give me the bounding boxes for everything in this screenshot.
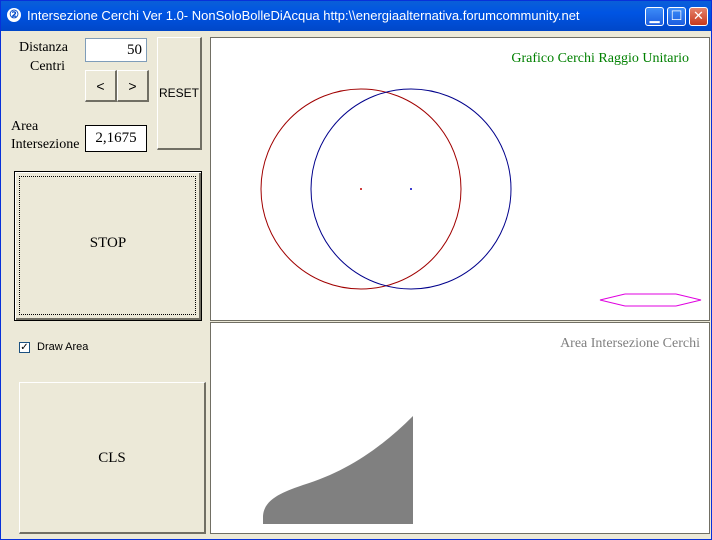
title-bar[interactable]: ② Intersezione Cerchi Ver 1.0- NonSoloBo…: [1, 1, 711, 31]
stop-button[interactable]: STOP: [14, 171, 202, 321]
area-canvas: [263, 416, 413, 524]
window-title: Intersezione Cerchi Ver 1.0- NonSoloBoll…: [27, 8, 580, 23]
decrement-button[interactable]: <: [85, 70, 117, 102]
area-label-line2: Intersezione: [11, 137, 80, 152]
distance-label-line1: Distanza: [19, 40, 68, 55]
minimize-icon: ▁: [649, 9, 660, 24]
circles-canvas: [260, 88, 702, 307]
close-icon: ✕: [693, 9, 704, 24]
area-label-line1: Area: [11, 119, 39, 134]
maximize-icon: ☐: [670, 9, 683, 24]
area-value-field: 2,1675: [85, 125, 147, 152]
minimize-button[interactable]: ▁: [645, 7, 664, 26]
area-plot-panel: Area Intersezione Cerchi: [210, 322, 710, 534]
draw-area-checkbox[interactable]: ✓: [19, 342, 30, 353]
distance-label-line2: Centri: [30, 59, 65, 74]
reset-button[interactable]: RESET: [157, 37, 202, 150]
checkmark-icon: ✓: [20, 342, 29, 353]
circles-plot-panel: Grafico Cerchi Raggio Unitario: [210, 37, 710, 321]
circle-1-center: [360, 188, 362, 190]
cls-button[interactable]: CLS: [19, 382, 206, 534]
circle-2-center: [410, 188, 412, 190]
close-button[interactable]: ✕: [689, 7, 708, 26]
cls-label: CLS: [98, 450, 126, 466]
increment-button[interactable]: >: [117, 70, 149, 102]
app-window: ② Intersezione Cerchi Ver 1.0- NonSoloBo…: [0, 0, 712, 540]
distance-input[interactable]: 50: [85, 38, 147, 62]
app-icon[interactable]: ②: [7, 8, 21, 22]
stop-label: STOP: [89, 235, 127, 251]
intersection-area-curve: [263, 416, 413, 524]
maximize-button[interactable]: ☐: [667, 7, 686, 26]
draw-area-label: Draw Area: [37, 341, 89, 353]
double-arrow-icon: [599, 293, 702, 307]
